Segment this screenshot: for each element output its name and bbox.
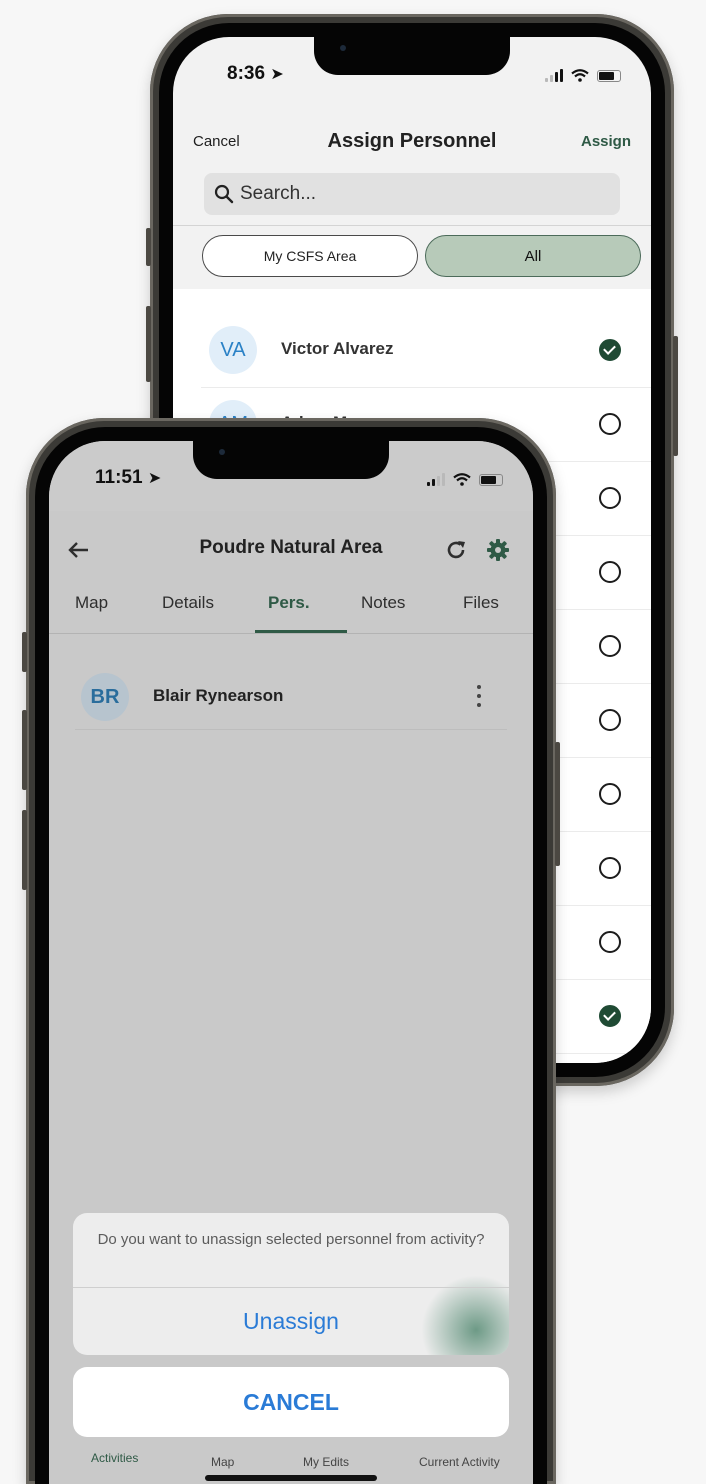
list-item[interactable]: BR Blair Rynearson [75, 671, 507, 730]
selection-radio[interactable] [599, 709, 621, 731]
avatar: BR [81, 673, 129, 721]
activity-personnel-screen: 11:51 ➤ Poudre Natural Area Map Details … [49, 441, 533, 1484]
selection-radio[interactable] [599, 783, 621, 805]
active-tab-indicator [255, 630, 347, 633]
mute-switch [22, 632, 27, 672]
status-time-text: 8:36 [227, 63, 266, 84]
power-button [673, 336, 678, 456]
selection-radio[interactable] [599, 339, 621, 361]
tab-details[interactable]: Details [162, 593, 214, 613]
front-phone-frame: 11:51 ➤ Poudre Natural Area Map Details … [22, 418, 560, 1484]
cancel-button[interactable]: CANCEL [73, 1367, 509, 1437]
list-item[interactable]: VA Victor Alvarez [201, 313, 651, 388]
selection-radio[interactable] [599, 857, 621, 879]
filter-all[interactable]: All [425, 235, 641, 277]
battery-icon [479, 473, 503, 486]
personnel-name: Blair Rynearson [153, 686, 284, 705]
tab-notes[interactable]: Notes [361, 593, 405, 613]
avatar: VA [209, 326, 257, 374]
battery-icon [597, 69, 621, 82]
selection-radio[interactable] [599, 1005, 621, 1027]
location-arrow-icon: ➤ [147, 470, 162, 487]
selection-radio[interactable] [599, 413, 621, 435]
volume-up-button [22, 710, 27, 790]
settings-button[interactable] [483, 535, 513, 565]
toolbar: Poudre Natural Area [49, 511, 533, 569]
refresh-button[interactable] [441, 535, 471, 565]
status-time: 11:51 ➤ [95, 467, 161, 489]
volume-up-button [146, 306, 151, 382]
location-arrow-icon: ➤ [270, 66, 284, 83]
assign-button[interactable]: Assign [581, 133, 631, 150]
refresh-icon [447, 541, 465, 559]
wifi-icon [571, 69, 589, 82]
status-icons [545, 69, 621, 82]
signal-icon [427, 473, 445, 486]
unassign-button[interactable]: Unassign [73, 1287, 509, 1355]
nav-map[interactable]: Map [211, 1455, 234, 1469]
gear-icon [487, 539, 509, 561]
nav-activities[interactable]: Activities [91, 1451, 138, 1465]
notch [314, 37, 510, 75]
unassign-action-sheet: Do you want to unassign selected personn… [73, 1213, 509, 1355]
status-time: 8:36 ➤ [227, 63, 284, 85]
search-input[interactable]: Search... [204, 173, 620, 215]
selection-radio[interactable] [599, 635, 621, 657]
selection-radio[interactable] [599, 487, 621, 509]
nav-my-edits[interactable]: My Edits [303, 1455, 349, 1469]
page-title: Assign Personnel [327, 130, 497, 152]
assign-header: Cancel Assign Personnel Assign [173, 130, 651, 173]
action-sheet-message: Do you want to unassign selected personn… [97, 1231, 485, 1248]
tab-personnel[interactable]: Pers. [268, 593, 310, 613]
mute-switch [146, 228, 151, 266]
search-placeholder: Search... [240, 183, 317, 204]
divider [173, 225, 651, 226]
filter-my-csfs-area[interactable]: My CSFS Area [202, 235, 418, 277]
status-icons [427, 473, 503, 486]
tab-files[interactable]: Files [463, 593, 499, 613]
tab-bar: Map Details Pers. Notes Files [49, 581, 533, 634]
search-icon [214, 184, 234, 204]
selection-radio[interactable] [599, 561, 621, 583]
tab-map[interactable]: Map [75, 593, 108, 613]
power-button [555, 742, 560, 866]
volume-down-button [22, 810, 27, 890]
more-options-icon[interactable] [477, 685, 481, 707]
signal-icon [545, 69, 563, 82]
nav-current-activity[interactable]: Current Activity [419, 1455, 500, 1469]
home-indicator [205, 1475, 377, 1481]
status-time-text: 11:51 [95, 467, 143, 488]
selection-radio[interactable] [599, 931, 621, 953]
personnel-name: Victor Alvarez [281, 339, 394, 358]
wifi-icon [453, 473, 471, 486]
notch [193, 441, 389, 479]
